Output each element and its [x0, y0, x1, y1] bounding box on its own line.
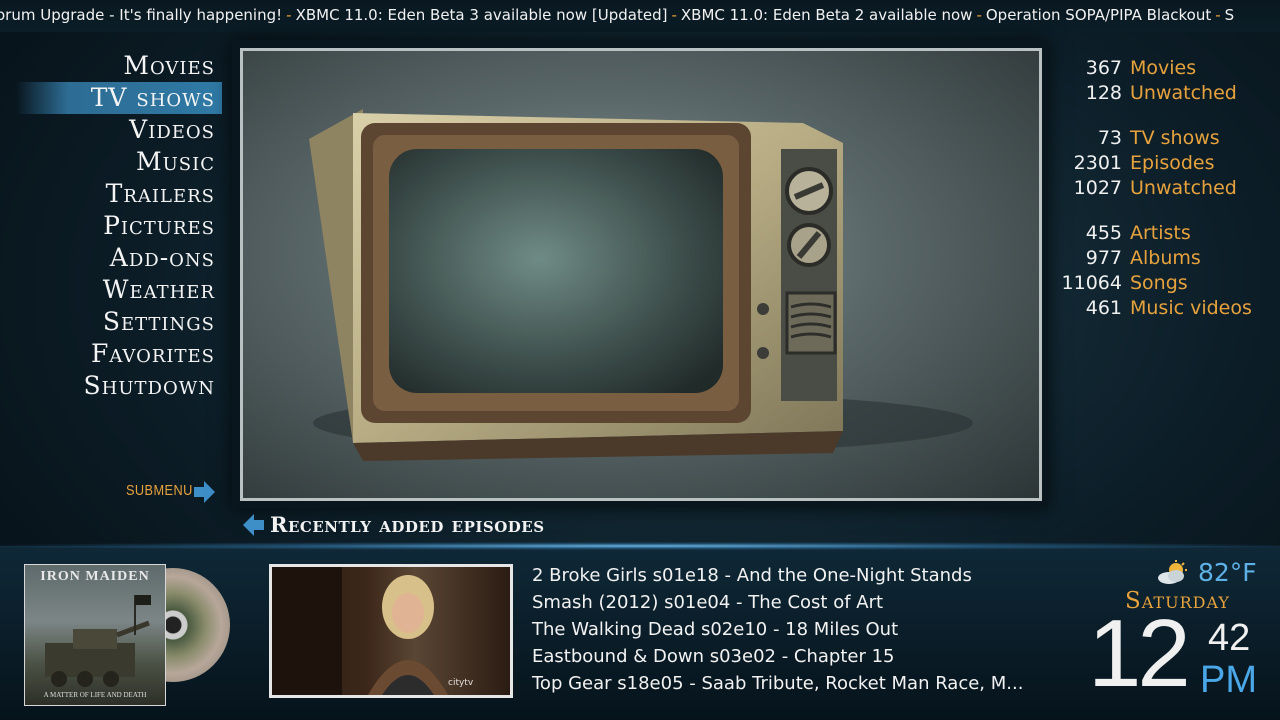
album-cover-artwork	[45, 595, 151, 687]
bottom-glow-divider	[0, 542, 1280, 550]
ticker-item[interactable]: Operation SOPA/PIPA Blackout	[986, 6, 1211, 24]
ticker-item[interactable]: XBMC 11.0: Eden Beta 2 available now	[681, 6, 973, 24]
menu-item-settings[interactable]: Settings	[0, 306, 240, 338]
clock-ampm: PM	[1200, 659, 1257, 701]
clock-hour: 12	[1088, 600, 1191, 707]
list-item[interactable]: The Walking Dead s02e10 - 18 Miles Out	[532, 616, 1023, 643]
stat-count: 2301	[1073, 152, 1122, 174]
stat-tv-shows: 73 TV shows	[1050, 126, 1280, 151]
menu-item-trailers[interactable]: Trailers	[0, 178, 240, 210]
stat-music-videos: 461 Music videos	[1050, 296, 1280, 321]
ticker-item[interactable]: orum Upgrade - It's finally happening!	[0, 6, 282, 24]
ticker-separator: -	[286, 6, 292, 24]
stat-movies: 367 Movies	[1050, 56, 1280, 81]
menu-item-shutdown[interactable]: Shutdown	[0, 370, 240, 402]
menu-item-pictures[interactable]: Pictures	[0, 210, 240, 242]
clock-minute: 42	[1208, 617, 1251, 659]
library-stats: 367 Movies 128 Unwatched 73 TV shows 2301 Ep…	[1050, 56, 1280, 321]
stat-count: 455	[1085, 222, 1122, 244]
list-item[interactable]: Smash (2012) s01e04 - The Cost of Art	[532, 589, 1023, 616]
news-ticker: orum Upgrade - It's finally happening! - X…	[0, 0, 1280, 32]
menu-item-movies[interactable]: Movies	[0, 50, 240, 82]
recently-added-heading: Recently added episodes	[270, 512, 545, 537]
stat-albums: 977 Albums	[1050, 246, 1280, 271]
ticker-item[interactable]: S	[1225, 6, 1235, 24]
stat-episodes-unwatched: 1027 Unwatched	[1050, 176, 1280, 201]
stat-count: 461	[1085, 297, 1122, 319]
stat-count: 11064	[1061, 272, 1122, 294]
recent-episodes-list: 2 Broke Girls s01e18 - And the One-Night…	[532, 562, 1023, 697]
stat-label: Unwatched	[1130, 82, 1237, 104]
ticker-separator: -	[671, 6, 677, 24]
retro-tv-illustration	[309, 109, 973, 461]
ticker-separator: -	[1215, 6, 1221, 24]
main-menu: Movies TV shows Videos Music Trailers Pi…	[0, 50, 240, 402]
submenu-label[interactable]: SUBMENU	[126, 482, 193, 499]
stat-count: 73	[1097, 127, 1122, 149]
stat-count: 977	[1085, 247, 1122, 269]
stat-label: Albums	[1130, 247, 1201, 269]
stat-episodes: 2301 Episodes	[1050, 151, 1280, 176]
menu-item-videos[interactable]: Videos	[0, 114, 240, 146]
stat-label: Music videos	[1130, 297, 1252, 319]
stat-artists: 455 Artists	[1050, 221, 1280, 246]
album-cover[interactable]: IRON MAIDEN A MATTER OF LIFE AND DEATH	[24, 564, 166, 706]
album-title: A MATTER OF LIFE AND DEATH	[43, 691, 147, 699]
menu-item-music[interactable]: Music	[0, 146, 240, 178]
menu-item-weather[interactable]: Weather	[0, 274, 240, 306]
episode-still: citytv	[272, 567, 474, 695]
fanart-image	[240, 48, 1042, 501]
stat-label: Songs	[1130, 272, 1188, 294]
arrow-left-icon[interactable]	[243, 513, 265, 537]
temperature: 82°F	[1198, 558, 1257, 587]
stat-count: 367	[1085, 57, 1122, 79]
arrow-right-icon[interactable]	[194, 480, 216, 504]
stat-count: 1027	[1073, 177, 1122, 199]
ticker-item[interactable]: XBMC 11.0: Eden Beta 3 available now [Up…	[296, 6, 668, 24]
menu-item-favorites[interactable]: Favorites	[0, 338, 240, 370]
stat-label: Artists	[1130, 222, 1191, 244]
stat-count: 128	[1085, 82, 1122, 104]
episode-thumbnail[interactable]: citytv	[269, 564, 513, 698]
menu-item-add-ons[interactable]: Add-ons	[0, 242, 240, 274]
channel-logo: citytv	[448, 678, 474, 688]
stat-movies-unwatched: 128 Unwatched	[1050, 81, 1280, 106]
ticker-separator: -	[976, 6, 982, 24]
stat-songs: 11064 Songs	[1050, 271, 1280, 296]
stat-label: Episodes	[1130, 152, 1215, 174]
stat-label: Unwatched	[1130, 177, 1237, 199]
list-item[interactable]: Top Gear s18e05 - Saab Tribute, Rocket M…	[532, 670, 1023, 697]
partly-cloudy-icon	[1158, 560, 1187, 584]
list-item[interactable]: 2 Broke Girls s01e18 - And the One-Night…	[532, 562, 1023, 589]
menu-item-tv-shows[interactable]: TV shows	[16, 82, 222, 114]
stat-label: TV shows	[1130, 127, 1220, 149]
list-item[interactable]: Eastbound & Down s03e02 - Chapter 15	[532, 643, 1023, 670]
stat-label: Movies	[1130, 57, 1197, 79]
